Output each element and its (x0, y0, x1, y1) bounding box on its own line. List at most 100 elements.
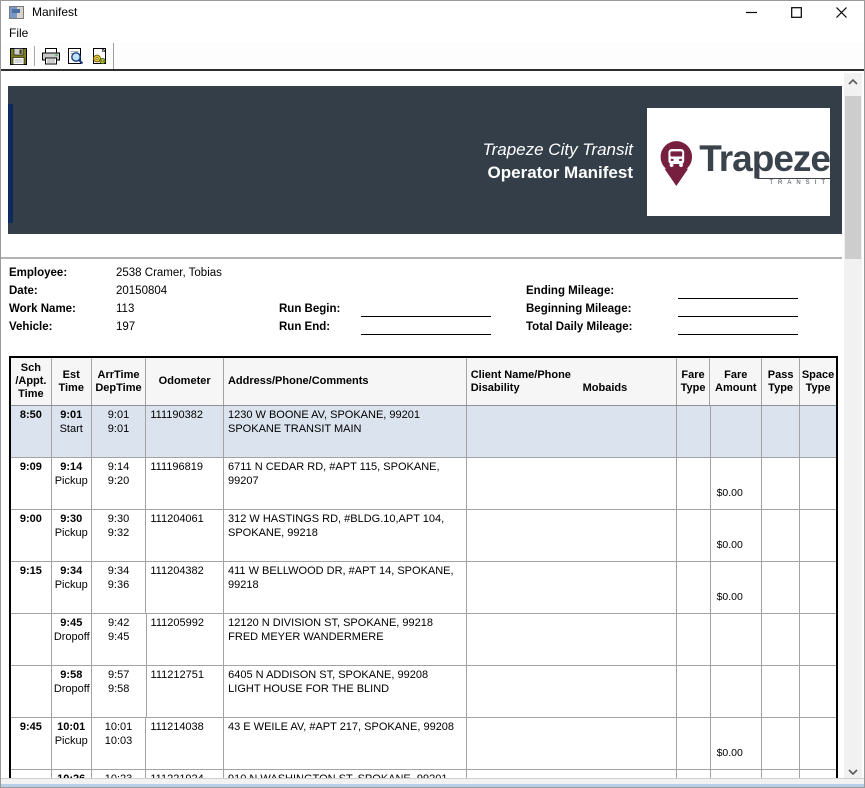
fare-amount-value: $0.00 (716, 747, 743, 759)
dep-time: 9:45 (107, 630, 130, 643)
employee-label: Employee: (9, 267, 68, 279)
cell-pass-type (762, 614, 801, 665)
menu-file[interactable]: File (1, 26, 36, 40)
header-odometer: Odometer (146, 358, 224, 405)
title-bar: Manifest (1, 1, 864, 23)
save-icon (9, 47, 27, 65)
cell-est-time: 9:30 Pickup (52, 510, 92, 561)
cell-address: 6711 N CEDAR RD, #APT 115, SPOKANE, 9920… (224, 458, 467, 509)
cell-est-time: 9:01 Start (52, 406, 92, 457)
arr-time: 9:34 (107, 565, 130, 577)
header-address: Address/Phone/Comments (224, 358, 467, 405)
manifest-table: Sch /Appt. Time Est Time ArrTime DepTime… (9, 356, 838, 780)
cell-fare-amount: $0.00 (711, 458, 763, 509)
manifest-table-body: 8:50 9:01 Start 9:01 9:01 111190382 1230 W BOO… (11, 406, 836, 780)
cell-fare-amount: $0.00 (711, 718, 763, 769)
cell-arr-dep: 9:14 9:20 (92, 458, 147, 509)
cell-address: 1230 W BOONE AV, SPOKANE, 99201 SPOKANE … (224, 406, 467, 457)
cell-sch-time: 9:45 (11, 718, 52, 769)
trapeze-pin-bus-icon (660, 141, 693, 187)
dep-time: 9:20 (107, 474, 130, 487)
chevron-down-icon (848, 768, 858, 775)
est-type: Pickup (54, 734, 88, 747)
cell-address: 411 W BELLWOOD DR, #APT 14, SPOKANE, 992… (224, 562, 467, 613)
cell-pass-type (762, 718, 801, 769)
header-client-name: Client Name/Phone (470, 368, 571, 381)
toolbar (1, 42, 864, 71)
cell-odometer: 111196819 (146, 458, 224, 509)
est-time: 9:34 (60, 565, 83, 577)
header-disability: Disability (470, 381, 520, 394)
cell-space-type (800, 614, 836, 665)
work-name-value: 113 (116, 303, 135, 315)
arr-time: 9:30 (107, 513, 130, 525)
arr-time: 9:01 (107, 409, 130, 421)
scrollbar-thumb[interactable] (845, 96, 861, 259)
vertical-scrollbar[interactable] (844, 73, 862, 780)
cell-est-time: 9:34 Pickup (52, 562, 92, 613)
cell-client (467, 666, 677, 717)
table-row: 9:58 Dropoff 9:57 9:58 111212751 6405 N ADDIS… (11, 666, 836, 718)
minimize-button[interactable] (729, 1, 774, 23)
cell-address: 6405 N ADDISON ST, SPOKANE, 99208 LIGHT … (224, 666, 467, 717)
cell-space-type (800, 458, 836, 509)
cell-sch-time: 9:09 (11, 458, 52, 509)
table-row: 9:45 10:01 Pickup 10:01 10:03 111214038 43 E W… (11, 718, 836, 770)
arr-time: 9:42 (107, 617, 130, 629)
header-sch-time: Sch /Appt. Time (11, 358, 52, 405)
cell-est-time: 9:14 Pickup (52, 458, 92, 509)
total-daily-mileage-label: Total Daily Mileage: (526, 321, 633, 333)
cell-pass-type (762, 666, 801, 717)
fare-amount-value (713, 409, 760, 435)
chevron-up-icon (848, 78, 858, 85)
est-time: 9:58 (60, 669, 83, 681)
cell-arr-dep: 9:01 9:01 (92, 406, 147, 457)
est-time: 9:14 (60, 461, 83, 473)
print-preview-button[interactable] (63, 44, 87, 68)
est-type: Pickup (54, 526, 88, 539)
est-type: Pickup (54, 474, 88, 487)
fare-amount-value (713, 617, 760, 643)
ending-mileage-blank (678, 285, 798, 299)
cell-sch-time: 9:15 (11, 562, 52, 613)
cell-est-time: 10:01 Pickup (52, 718, 92, 769)
cell-fare-type (677, 406, 711, 457)
maximize-button[interactable] (774, 1, 819, 23)
cell-pass-type (762, 562, 801, 613)
cell-odometer: 111212751 (147, 666, 225, 717)
est-time: 9:01 (60, 409, 83, 421)
cell-client (467, 406, 677, 457)
header-arr-dep: ArrTime DepTime (92, 358, 147, 405)
cell-est-time: 9:58 Dropoff (52, 666, 92, 717)
cell-space-type (800, 510, 836, 561)
print-button[interactable] (39, 44, 63, 68)
close-button[interactable] (819, 1, 864, 23)
save-button[interactable] (6, 44, 30, 68)
toolbar-group (1, 43, 114, 69)
arr-time: 9:14 (107, 461, 130, 473)
app-icon (9, 5, 24, 19)
scroll-up-button[interactable] (844, 73, 862, 90)
cell-fare-amount (711, 614, 763, 665)
toolbar-separator (34, 46, 35, 66)
total-daily-mileage-blank (678, 321, 798, 335)
est-type: Dropoff (53, 682, 90, 695)
header-est-time: Est Time (52, 358, 92, 405)
vehicle-value: 197 (116, 321, 136, 333)
print-preview-icon (67, 47, 83, 64)
date-value: 20150804 (116, 285, 168, 297)
section-divider (1, 257, 842, 259)
cell-address: 312 W HASTINGS RD, #BLDG.10,APT 104, SPO… (224, 510, 467, 561)
beginning-mileage-blank (678, 303, 798, 317)
cell-odometer: 111204382 (146, 562, 224, 613)
run-begin-blank (361, 303, 491, 317)
cell-arr-dep: 10:01 10:03 (92, 718, 147, 769)
export-button[interactable] (87, 44, 111, 68)
cell-odometer: 111205992 (147, 614, 225, 665)
cell-space-type (800, 562, 836, 613)
est-type: Start (59, 422, 83, 435)
header-space-type: Space Type (801, 368, 835, 394)
run-begin-label: Run Begin: (279, 303, 341, 315)
cell-fare-type (677, 458, 711, 509)
banner-accent-strip (8, 104, 13, 223)
